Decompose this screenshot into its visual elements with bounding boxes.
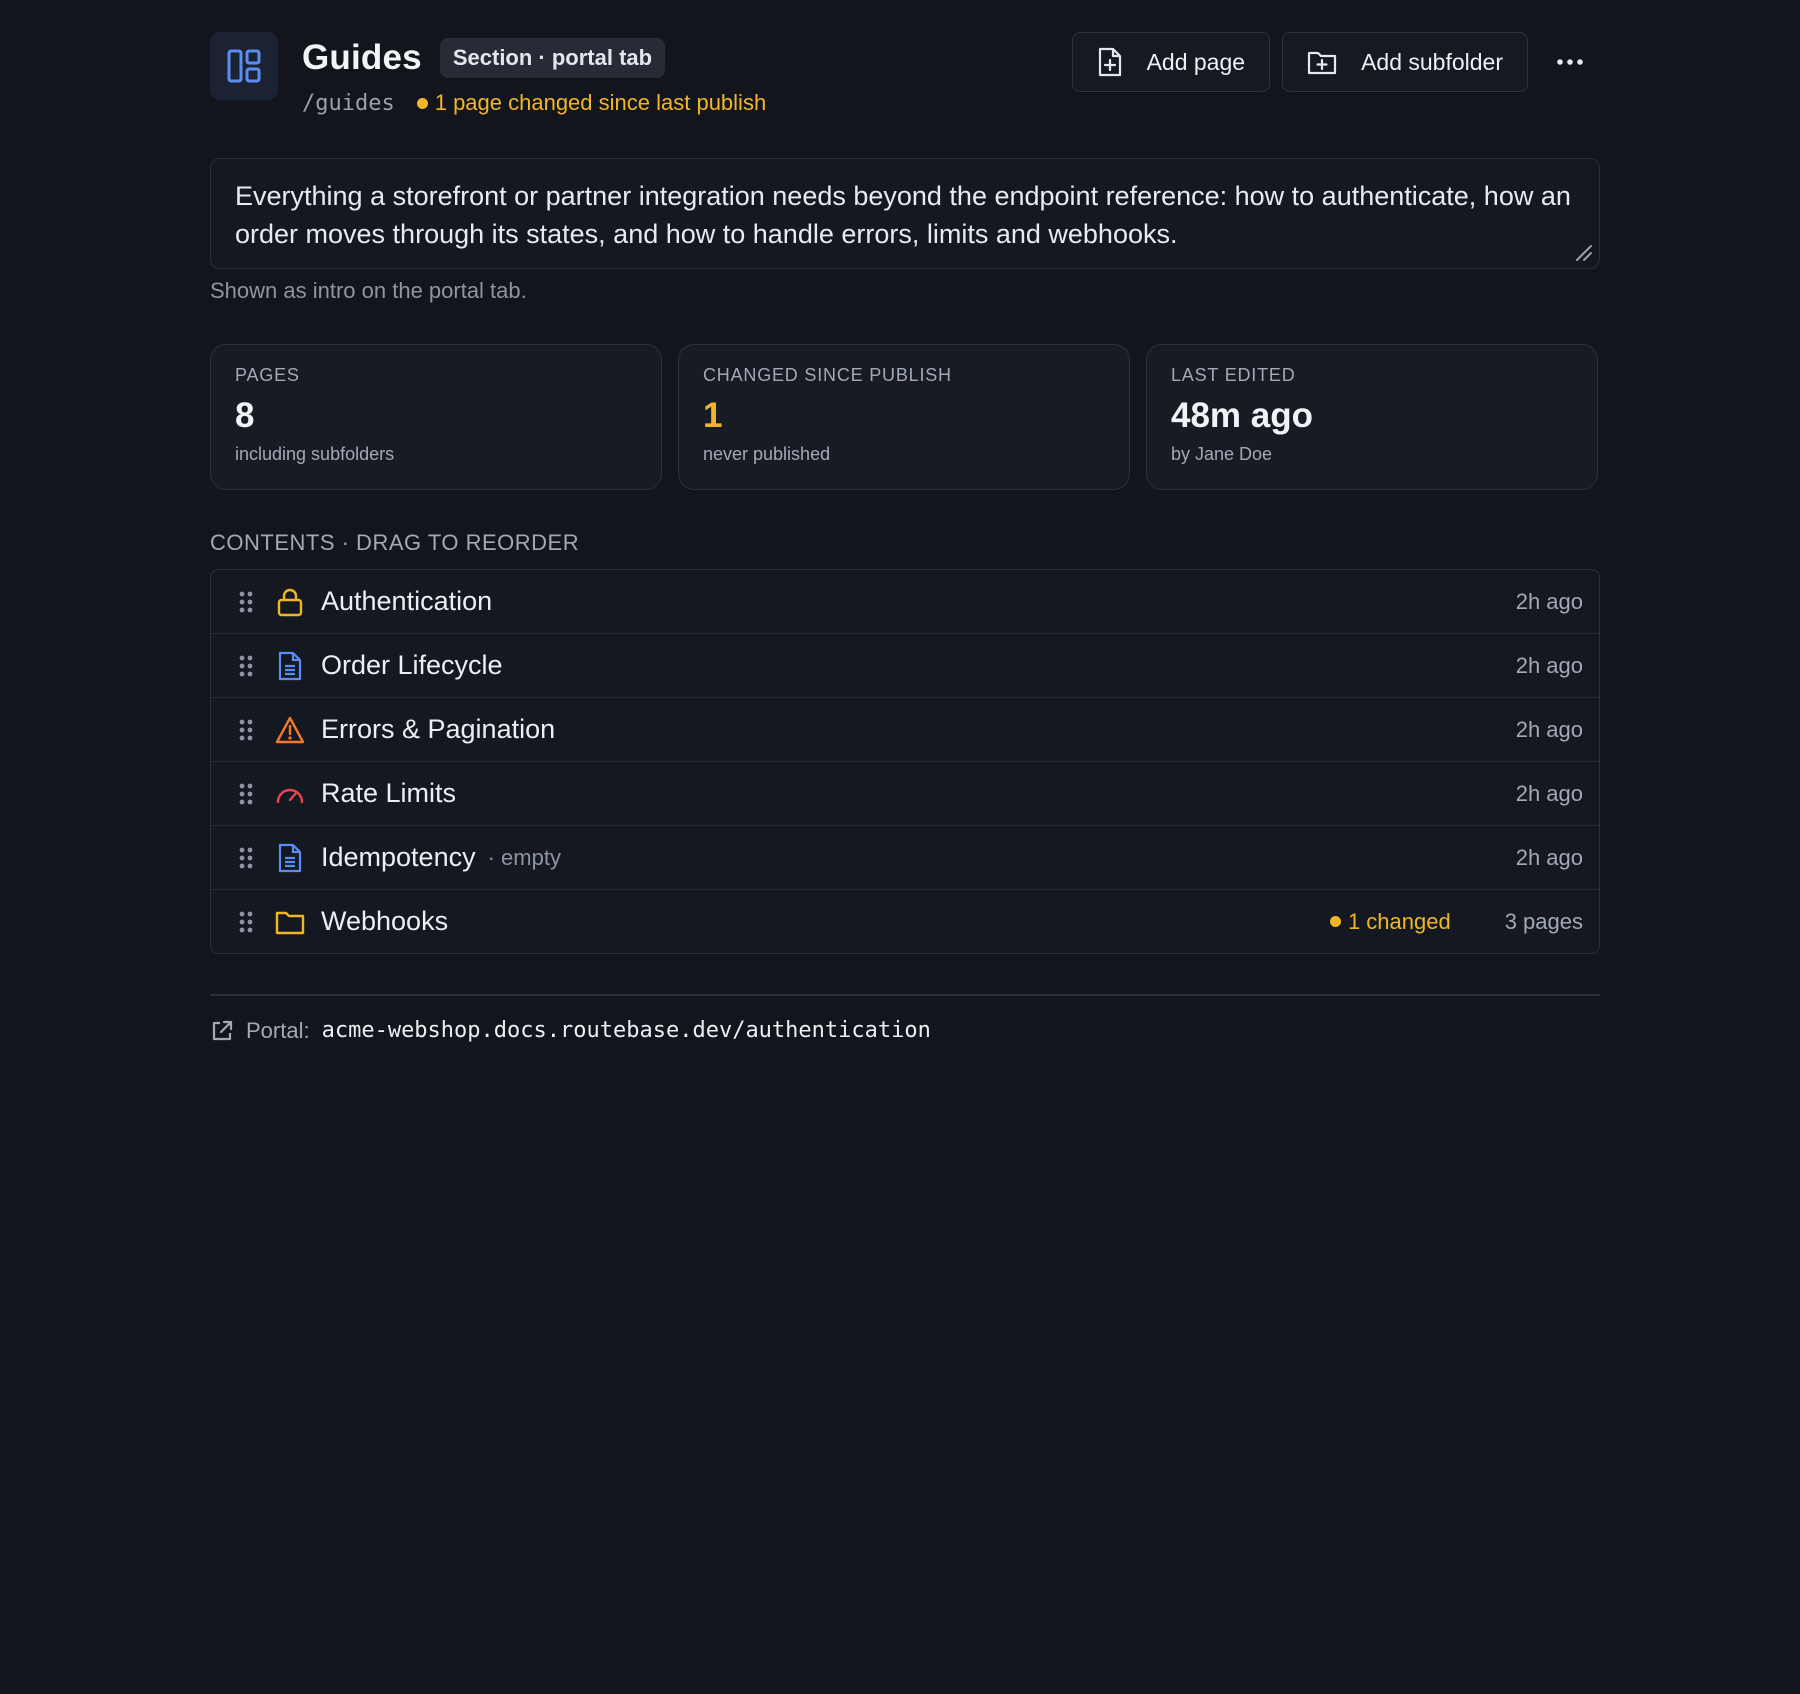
stat-value: 1 [703, 396, 723, 435]
list-item[interactable]: Idempotency · empty 2h ago [211, 825, 1599, 889]
folder-icon [275, 907, 305, 937]
stats-row: PAGES 8 including subfolders CHANGED SIN… [210, 344, 1600, 490]
warning-icon [275, 715, 305, 745]
lock-icon [275, 587, 305, 617]
description-text: Everything a storefront or partner integ… [235, 181, 1571, 249]
item-title: Idempotency [321, 842, 476, 872]
description-hint: Shown as intro on the portal tab. [210, 278, 527, 303]
item-updated-time: 2h ago [1515, 652, 1583, 678]
item-updated-time: 2h ago [1515, 780, 1583, 806]
item-updated-time: 2h ago [1515, 716, 1583, 742]
drag-handle-icon[interactable] [239, 719, 253, 741]
add-page-label: Add page [1146, 48, 1246, 75]
resize-handle-icon[interactable] [1573, 242, 1593, 262]
item-title: Rate Limits [321, 778, 457, 808]
item-title: Webhooks [321, 906, 449, 936]
stat-label: PAGES [235, 365, 300, 385]
change-status-text: 1 page changed since last publish [434, 90, 767, 115]
item-title: Authentication [321, 586, 493, 616]
stat-note: including subfolders [235, 444, 395, 464]
layout-icon [210, 32, 278, 100]
add-page-button[interactable]: Add page [1071, 32, 1271, 92]
item-updated-time: 2h ago [1515, 588, 1583, 614]
stat-note: by Jane Doe [1171, 444, 1273, 464]
stat-label: CHANGED SINCE PUBLISH [703, 365, 952, 385]
folder-plus-icon [1307, 51, 1337, 75]
section-type-badge: Section · portal tab [439, 38, 666, 78]
section-path: /guides [302, 90, 395, 116]
drag-handle-icon[interactable] [239, 847, 253, 869]
page-title: Guides [302, 38, 422, 77]
stat-label: LAST EDITED [1171, 365, 1296, 385]
item-changed-badge: 1 changed [1329, 908, 1451, 935]
file-plus-icon [1098, 47, 1121, 77]
status-dot-icon [1329, 916, 1341, 927]
gauge-icon [275, 779, 305, 809]
item-updated-time: 2h ago [1515, 844, 1583, 870]
item-title: Order Lifecycle [321, 650, 503, 680]
item-changed-text: 1 changed [1347, 908, 1451, 934]
drag-handle-icon[interactable] [239, 655, 253, 677]
list-item[interactable]: Order Lifecycle 2h ago [211, 633, 1599, 697]
status-dot-icon [416, 97, 428, 109]
stat-card-changed: CHANGED SINCE PUBLISH 1 never published [678, 344, 1130, 490]
more-options-button[interactable] [1540, 32, 1600, 92]
description-textarea[interactable]: Everything a storefront or partner integ… [210, 158, 1600, 269]
more-horizontal-icon [1557, 59, 1583, 65]
drag-handle-icon[interactable] [239, 911, 253, 933]
list-item[interactable]: Rate Limits 2h ago [211, 761, 1599, 825]
item-empty-note: · empty [487, 844, 561, 870]
contents-list: Authentication 2h ago Order Lifecycle 2h… [210, 569, 1600, 954]
drag-handle-icon[interactable] [239, 591, 253, 613]
portal-label: Portal: [246, 1017, 310, 1043]
stat-value: 8 [235, 396, 255, 435]
portal-url-link[interactable]: acme-webshop.docs.routebase.dev/authenti… [322, 1018, 931, 1043]
drag-handle-icon[interactable] [239, 783, 253, 805]
add-subfolder-label: Add subfolder [1361, 48, 1503, 75]
portal-link-row: Portal: acme-webshop.docs.routebase.dev/… [210, 1018, 1600, 1044]
document-icon [275, 843, 305, 873]
section-header: Guides Section · portal tab /guides 1 pa… [210, 32, 1600, 124]
stat-card-pages: PAGES 8 including subfolders [210, 344, 662, 490]
document-icon [275, 651, 305, 681]
list-item[interactable]: Webhooks 1 changed 3 pages [211, 889, 1599, 953]
stat-value: 48m ago [1171, 396, 1313, 435]
stat-note: never published [703, 444, 831, 464]
item-title: Errors & Pagination [321, 714, 556, 744]
divider [210, 994, 1600, 996]
list-item[interactable]: Authentication 2h ago [211, 570, 1599, 633]
external-link-icon [212, 1020, 233, 1040]
list-item[interactable]: Errors & Pagination 2h ago [211, 697, 1599, 761]
add-subfolder-button[interactable]: Add subfolder [1282, 32, 1528, 92]
item-page-count: 3 pages [1504, 908, 1583, 934]
contents-heading: CONTENTS · DRAG TO REORDER [210, 530, 580, 555]
change-status: 1 page changed since last publish [416, 90, 767, 116]
stat-card-last-edited: LAST EDITED 48m ago by Jane Doe [1146, 344, 1598, 490]
